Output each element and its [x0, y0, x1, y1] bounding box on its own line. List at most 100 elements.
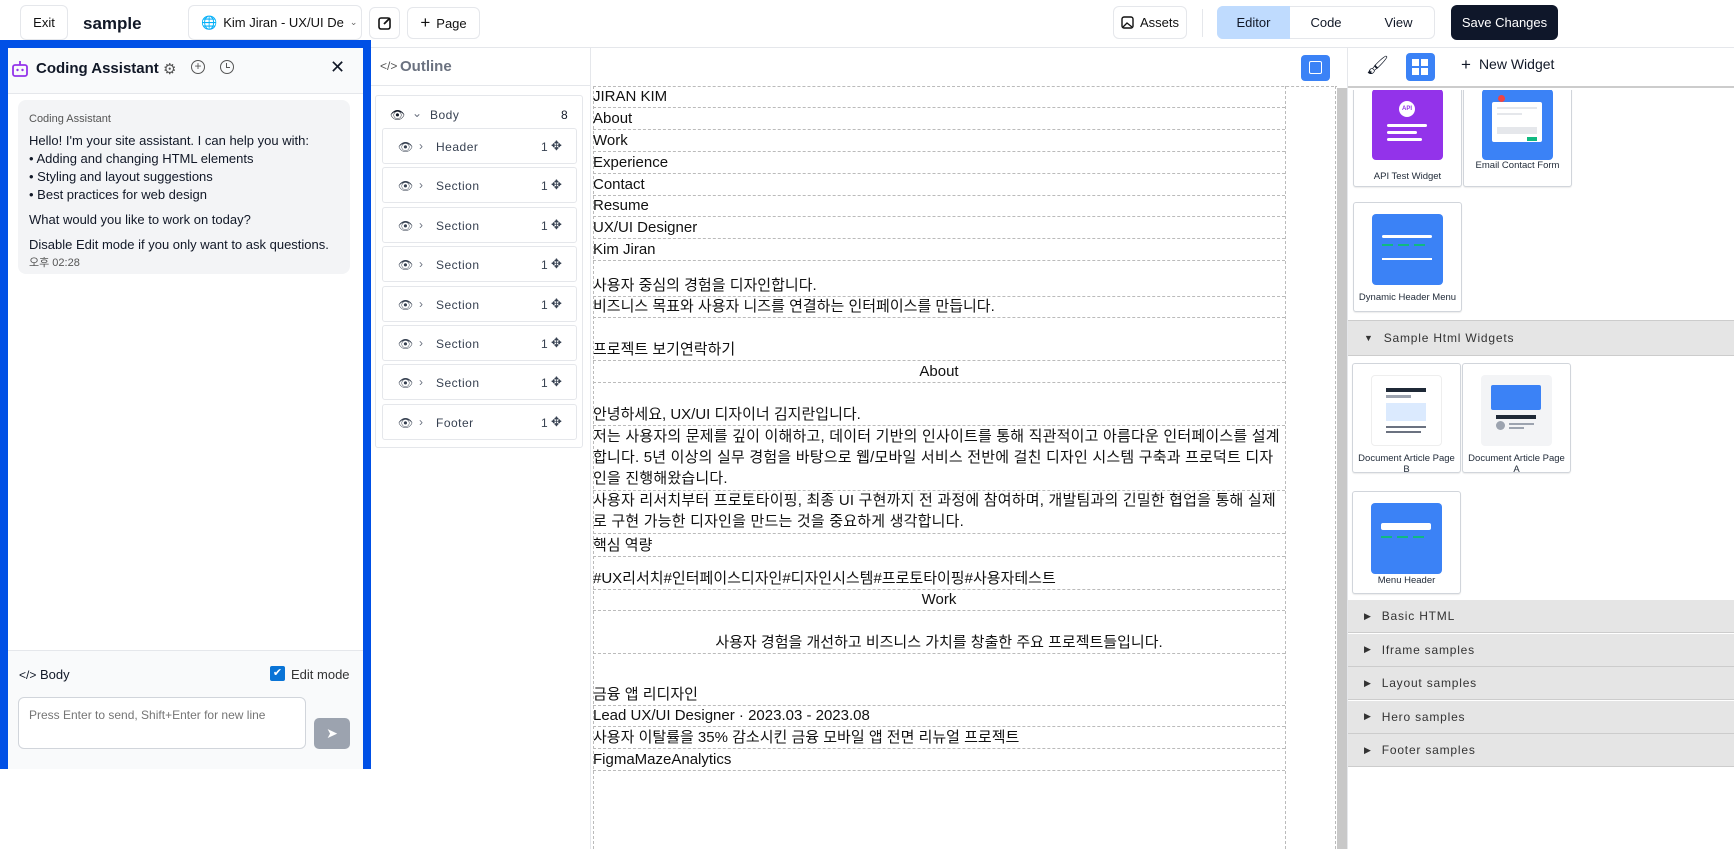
canvas-element[interactable]: About	[593, 361, 1285, 383]
save-changes-button[interactable]: Save Changes	[1451, 5, 1558, 40]
move-icon[interactable]: ✥	[551, 256, 562, 272]
gear-icon[interactable]: ⚙	[163, 60, 176, 78]
chevron-right-icon[interactable]: ›	[419, 178, 424, 192]
canvas-element[interactable]: 사용자 경험을 개선하고 비즈니스 가치를 창출한 주요 프로젝트들입니다.	[593, 632, 1285, 654]
exit-button[interactable]: Exit	[20, 5, 68, 40]
outline-item-section[interactable]: 👁 › Section 1 ✥	[382, 246, 577, 283]
canvas-element[interactable]: 사용자 이탈률을 35% 감소시킨 금융 모바일 앱 전면 리뉴얼 프로젝트	[593, 727, 1285, 749]
widget-card-dynamic-header[interactable]: Dynamic Header Menu	[1353, 202, 1462, 312]
history-icon[interactable]	[220, 60, 234, 74]
edit-page-button[interactable]	[369, 7, 400, 39]
tree-root-count: 8	[561, 108, 568, 122]
code-icon: </>	[380, 59, 398, 73]
eye-icon[interactable]: 👁	[398, 179, 414, 193]
widget-card-menu-header[interactable]: Menu Header	[1352, 491, 1461, 594]
send-button[interactable]: ➤	[314, 718, 350, 749]
article-a-thumb	[1481, 375, 1552, 446]
move-icon[interactable]: ✥	[551, 217, 562, 233]
canvas-element[interactable]: 저는 사용자의 문제를 깊이 이해하고, 데이터 기반의 인사이트를 통해 직관…	[593, 426, 1285, 491]
move-icon[interactable]: ✥	[551, 177, 562, 193]
outline-item-section[interactable]: 👁 › Section 1 ✥	[382, 325, 577, 361]
widget-card-api-test[interactable]: API API Test Widget	[1353, 90, 1462, 187]
code-icon: </>	[19, 668, 37, 682]
eye-icon[interactable]: 👁	[390, 108, 405, 122]
chevron-right-icon[interactable]: ›	[419, 257, 424, 271]
chevron-right-icon[interactable]: ›	[419, 139, 424, 153]
widget-card-article-b[interactable]: Document Article Page B	[1352, 363, 1461, 475]
canvas-element[interactable]: 사용자 리서치부터 프로토타이핑, 최종 UI 구현까지 전 과정에 참여하며,…	[593, 490, 1285, 534]
widget-card-email-contact[interactable]: Email Contact Form	[1463, 90, 1572, 187]
canvas-element[interactable]: Resume	[593, 195, 1285, 217]
outline-item-section[interactable]: 👁 › Section 1 ✥	[382, 206, 577, 243]
canvas-element[interactable]: 프로젝트 보기연락하기	[593, 339, 1285, 361]
eye-icon[interactable]: 👁	[398, 140, 414, 154]
outline-item-section[interactable]: 👁 › Section 1 ✥	[382, 285, 577, 322]
assistant-header: Coding Assistant ⚙ + ✕	[8, 48, 363, 94]
message-input[interactable]	[18, 697, 306, 749]
widget-card-article-a[interactable]: Document Article Page A	[1462, 363, 1571, 475]
canvas-element[interactable]: JIRAN KIM	[593, 86, 1285, 108]
tab-editor[interactable]: Editor	[1217, 6, 1290, 39]
chevron-right-icon[interactable]: ›	[419, 297, 424, 311]
category-hero-samples[interactable]: ▶ Hero samples	[1348, 700, 1734, 734]
canvas-element[interactable]: About	[593, 108, 1285, 130]
eye-icon[interactable]: 👁	[398, 376, 414, 390]
tab-view[interactable]: View	[1362, 6, 1435, 39]
canvas-element[interactable]: 금융 앱 리디자인	[593, 684, 1285, 706]
edit-mode-checkbox[interactable]: ✔	[270, 666, 285, 681]
new-widget-button[interactable]: + New Widget	[1461, 56, 1554, 73]
canvas-scrollbar[interactable]	[1337, 88, 1347, 849]
canvas-element[interactable]: Work	[593, 130, 1285, 152]
move-icon[interactable]: ✥	[551, 374, 562, 390]
page-select[interactable]: 🌐 Kim Jiran - UX/UI De ⌄	[188, 5, 362, 40]
move-icon[interactable]: ✥	[551, 138, 562, 154]
canvas-element[interactable]: Experience	[593, 152, 1285, 174]
page-canvas[interactable]: JIRAN KIM About Work Experience Contact Resum…	[591, 48, 1337, 849]
chevron-right-icon[interactable]: ›	[419, 336, 424, 350]
canvas-element[interactable]: Contact	[593, 174, 1285, 196]
eye-icon[interactable]: 👁	[398, 258, 414, 272]
eye-icon[interactable]: 👁	[398, 416, 414, 430]
category-label: Basic HTML	[1381, 609, 1456, 623]
chevron-right-icon[interactable]: ›	[419, 218, 424, 232]
canvas-element[interactable]: Kim Jiran	[593, 239, 1285, 261]
outline-item-footer[interactable]: 👁 › Footer 1 ✥	[382, 403, 577, 440]
widgets-grid-button[interactable]	[1406, 53, 1435, 81]
eye-icon[interactable]: 👁	[398, 219, 414, 233]
chevron-down-icon[interactable]: ⌄	[412, 106, 422, 120]
move-icon[interactable]: ✥	[551, 296, 562, 312]
canvas-element[interactable]: 사용자 중심의 경험을 디자인합니다.	[593, 275, 1285, 297]
canvas-element[interactable]: 비즈니스 목표와 사용자 니즈를 연결하는 인터페이스를 만듭니다.	[593, 296, 1285, 318]
chevron-right-icon[interactable]: ›	[419, 375, 424, 389]
eye-icon[interactable]: 👁	[398, 298, 414, 312]
tab-code[interactable]: Code	[1290, 6, 1362, 39]
move-icon[interactable]: ✥	[551, 414, 562, 430]
close-icon[interactable]: ✕	[330, 57, 345, 78]
category-sample-html-widgets[interactable]: ▼ Sample Html Widgets	[1348, 320, 1734, 356]
canvas-element[interactable]: 안녕하세요, UX/UI 디자이너 김지란입니다.	[593, 404, 1285, 426]
new-chat-icon[interactable]: +	[191, 60, 205, 74]
outline-item-section[interactable]: 👁 › Section 1 ✥	[382, 364, 577, 401]
canvas-element[interactable]: Lead UX/UI Designer · 2023.03 - 2023.08	[593, 705, 1285, 727]
eye-icon[interactable]: 👁	[398, 337, 414, 351]
tree-root-label[interactable]: Body	[430, 108, 459, 122]
category-layout-samples[interactable]: ▶ Layout samples	[1348, 667, 1734, 700]
canvas-element[interactable]: UX/UI Designer	[593, 217, 1285, 239]
canvas-element[interactable]: #UX리서치#인터페이스디자인#디자인시스템#프로토타이핑#사용자테스트	[593, 568, 1285, 590]
category-iframe-samples[interactable]: ▶ Iframe samples	[1348, 633, 1734, 667]
outline-item-count: 1	[541, 140, 549, 154]
add-page-button[interactable]: + Page	[407, 7, 480, 39]
outline-item-header[interactable]: 👁 › Header 1 ✥	[382, 128, 577, 164]
category-basic-html[interactable]: ▶ Basic HTML	[1348, 600, 1734, 633]
category-footer-samples[interactable]: ▶ Footer samples	[1348, 734, 1734, 767]
canvas-element[interactable]: FigmaMazeAnalytics	[593, 749, 1285, 771]
chevron-right-icon[interactable]: ›	[419, 415, 424, 429]
outline-item-section[interactable]: 👁 › Section 1 ✥	[382, 167, 577, 204]
canvas-element[interactable]: Work	[593, 589, 1285, 611]
canvas-element[interactable]: 핵심 역량	[593, 535, 1285, 557]
select-mode-button[interactable]	[1301, 55, 1330, 81]
brush-icon[interactable]: 🖌	[1366, 55, 1389, 76]
category-label: Layout samples	[1381, 676, 1477, 690]
assets-button[interactable]: Assets	[1113, 6, 1187, 39]
move-icon[interactable]: ✥	[551, 335, 562, 351]
